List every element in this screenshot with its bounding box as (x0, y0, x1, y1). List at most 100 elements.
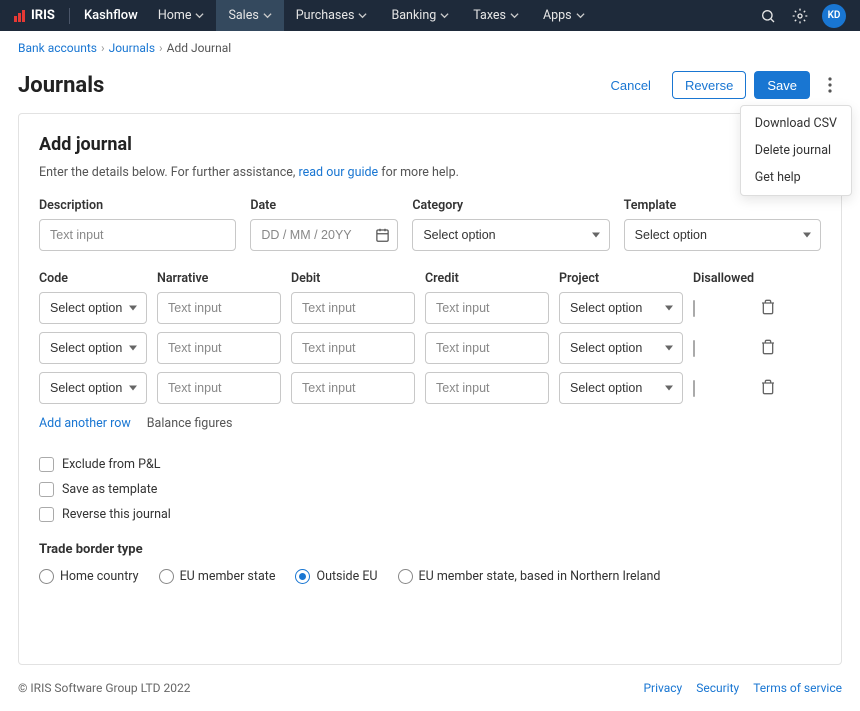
nav-icons: KD (758, 4, 846, 28)
radio-label: Outside EU (316, 569, 377, 584)
search-icon[interactable] (758, 6, 778, 26)
radio-option[interactable]: EU member state, based in Northern Irela… (398, 569, 661, 584)
overflow-menu: Download CSVDelete journalGet help (740, 105, 852, 196)
credit-input[interactable] (425, 332, 549, 364)
gear-icon[interactable] (790, 6, 810, 26)
radio-option[interactable]: EU member state (159, 569, 276, 584)
radio-label: Home country (60, 569, 139, 584)
description-input[interactable] (39, 219, 236, 251)
trade-border-options: Home country EU member state Outside EU EU … (39, 569, 821, 584)
cancel-button[interactable]: Cancel (597, 71, 663, 99)
date-label: Date (250, 198, 398, 213)
header-disallowed: Disallowed (693, 271, 745, 286)
exclude-checkbox[interactable] (39, 457, 54, 472)
breadcrumb-item[interactable]: Bank accounts (18, 41, 97, 55)
radio-icon (159, 569, 174, 584)
disallowed-checkbox[interactable] (693, 380, 695, 397)
grid-row: Select option Select option (39, 372, 821, 404)
credit-input[interactable] (425, 372, 549, 404)
debit-input[interactable] (291, 332, 415, 364)
copyright: © IRIS Software Group LTD 2022 (18, 681, 190, 695)
menu-item[interactable]: Get help (741, 164, 851, 191)
grid-row: Select option Select option (39, 292, 821, 324)
journal-card: Add journal Enter the details below. For… (18, 113, 842, 665)
save-template-checkbox[interactable] (39, 482, 54, 497)
code-select[interactable]: Select option (39, 332, 147, 364)
nav-item-sales[interactable]: Sales (216, 0, 283, 31)
category-label: Category (412, 198, 609, 213)
product-name: Kashflow (84, 8, 138, 23)
trash-icon[interactable] (760, 379, 778, 397)
reverse-button[interactable]: Reverse (672, 71, 746, 99)
trash-icon[interactable] (760, 299, 778, 317)
date-input[interactable] (250, 219, 398, 251)
project-select[interactable]: Select option (559, 372, 683, 404)
footer-link[interactable]: Terms of service (753, 681, 842, 695)
debit-input[interactable] (291, 372, 415, 404)
template-label: Template (624, 198, 821, 213)
radio-icon (39, 569, 54, 584)
menu-item[interactable]: Delete journal (741, 137, 851, 164)
logo[interactable]: IRIS Kashflow (14, 8, 138, 24)
disallowed-checkbox[interactable] (693, 340, 695, 357)
breadcrumb-item[interactable]: Journals (109, 41, 155, 55)
radio-label: EU member state, based in Northern Irela… (419, 569, 661, 584)
nav-item-apps[interactable]: Apps (531, 0, 597, 31)
guide-link[interactable]: read our guide (299, 165, 379, 180)
reverse-checkbox[interactable] (39, 507, 54, 522)
header-code: Code (39, 271, 147, 286)
footer: © IRIS Software Group LTD 2022 Privacy Se… (0, 665, 860, 711)
grid-row: Select option Select option (39, 332, 821, 364)
avatar[interactable]: KD (822, 4, 846, 28)
radio-option[interactable]: Home country (39, 569, 139, 584)
credit-input[interactable] (425, 292, 549, 324)
narrative-input[interactable] (157, 332, 281, 364)
nav-item-banking[interactable]: Banking (379, 0, 461, 31)
overflow-menu-button[interactable] (818, 71, 842, 99)
form-row-1: Description Date Category Select option … (39, 198, 821, 251)
breadcrumb-item: Add Journal (167, 41, 232, 55)
nav-item-taxes[interactable]: Taxes (461, 0, 531, 31)
nav-items: HomeSalesPurchasesBankingTaxesApps (146, 0, 597, 31)
exclude-check-row: Exclude from P&L (39, 457, 821, 472)
code-select[interactable]: Select option (39, 292, 147, 324)
grid-rows: Select optionSelect optionSelect optionS… (39, 292, 821, 404)
save-template-check-row: Save as template (39, 482, 821, 497)
disallowed-checkbox[interactable] (693, 300, 695, 317)
menu-item[interactable]: Download CSV (741, 110, 851, 137)
trash-icon[interactable] (760, 339, 778, 357)
template-select[interactable]: Select option (624, 219, 821, 251)
card-subtitle: Enter the details below. For further ass… (39, 165, 821, 180)
radio-label: EU member state (180, 569, 276, 584)
header-project: Project (559, 271, 683, 286)
chevron-down-icon (263, 11, 272, 20)
brand-name: IRIS (31, 8, 55, 23)
logo-bars-icon (14, 10, 25, 22)
project-select[interactable]: Select option (559, 332, 683, 364)
code-select[interactable]: Select option (39, 372, 147, 404)
radio-option[interactable]: Outside EU (295, 569, 377, 584)
chevron-down-icon (576, 11, 585, 20)
nav-item-purchases[interactable]: Purchases (284, 0, 380, 31)
footer-link[interactable]: Privacy (643, 681, 682, 695)
save-template-label: Save as template (62, 482, 157, 497)
category-select[interactable]: Select option (412, 219, 609, 251)
header-actions: Cancel Reverse Save Download CSVDelete j… (597, 71, 842, 99)
header-debit: Debit (291, 271, 415, 286)
breadcrumb: Bank accounts›Journals›Add Journal (0, 31, 860, 65)
nav-item-home[interactable]: Home (146, 0, 217, 31)
debit-input[interactable] (291, 292, 415, 324)
subtitle-suffix: for more help. (378, 165, 459, 180)
trade-border-label: Trade border type (39, 542, 821, 557)
page-header: Journals Cancel Reverse Save Download CS… (0, 65, 860, 113)
add-row-link[interactable]: Add another row (39, 416, 131, 431)
balance-figures-link[interactable]: Balance figures (147, 416, 233, 431)
narrative-input[interactable] (157, 292, 281, 324)
row-actions: Add another row Balance figures (39, 416, 821, 431)
chevron-down-icon (510, 11, 519, 20)
header-narrative: Narrative (157, 271, 281, 286)
project-select[interactable]: Select option (559, 292, 683, 324)
save-button[interactable]: Save (754, 71, 810, 99)
footer-link[interactable]: Security (696, 681, 739, 695)
narrative-input[interactable] (157, 372, 281, 404)
